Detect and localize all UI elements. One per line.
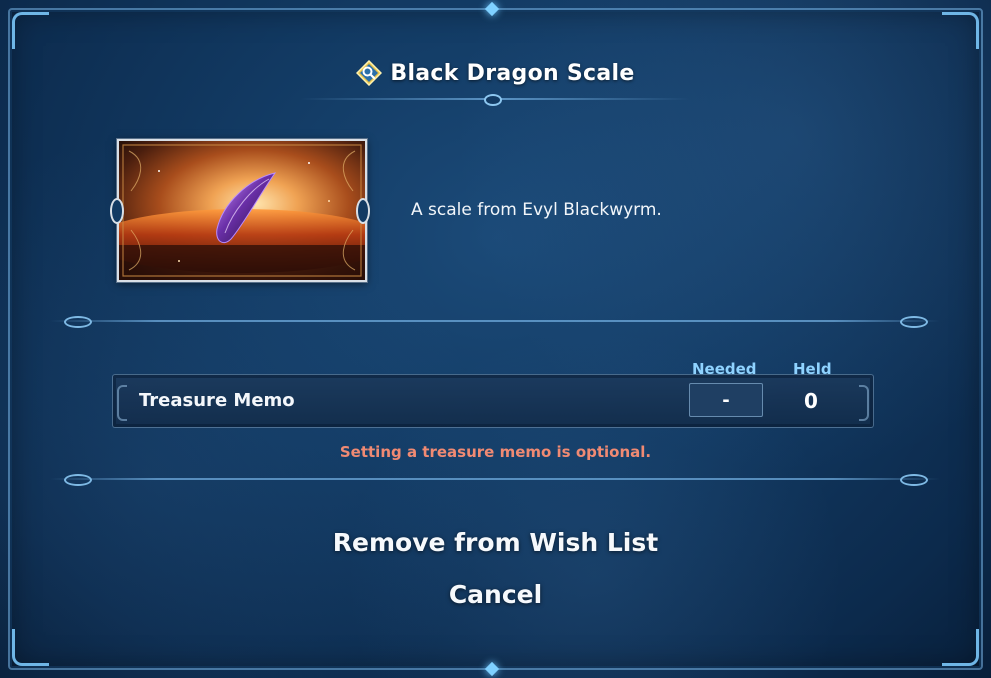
section-divider (50, 320, 940, 322)
treasure-memo-label: Treasure Memo (139, 390, 295, 411)
needed-value-box[interactable]: - (689, 383, 763, 417)
cancel-button[interactable]: Cancel (0, 580, 991, 609)
title-ornament (484, 94, 502, 106)
frame-corner-ornament (942, 12, 979, 49)
section-divider (50, 478, 940, 480)
needed-value: - (722, 389, 730, 411)
item-description: A scale from Evyl Blackwyrm. (411, 200, 662, 220)
divider-knot-ornament (900, 474, 928, 486)
divider-knot-ornament (64, 474, 92, 486)
row-cap-ornament (117, 385, 127, 421)
memo-optional-note: Setting a treasure memo is optional. (339, 443, 652, 461)
frame-corner-ornament (942, 629, 979, 666)
frame-corner-ornament (12, 629, 49, 666)
dialog-title: Black Dragon Scale (390, 60, 635, 86)
treasure-memo-row[interactable]: Treasure Memo - 0 (112, 374, 874, 428)
black-dragon-scale-image (117, 139, 367, 282)
image-frame-hook (110, 198, 124, 224)
divider-knot-ornament (64, 316, 92, 328)
magnifier-diamond-icon (356, 59, 383, 87)
row-cap-ornament (859, 385, 869, 421)
dialog-title-row: Black Dragon Scale (0, 56, 991, 90)
divider-knot-ornament (900, 316, 928, 328)
dialog-frame (8, 8, 983, 670)
remove-from-wish-list-button[interactable]: Remove from Wish List (0, 528, 991, 557)
frame-corner-ornament (12, 12, 49, 49)
held-value: 0 (804, 389, 818, 413)
image-frame-hook (356, 198, 370, 224)
